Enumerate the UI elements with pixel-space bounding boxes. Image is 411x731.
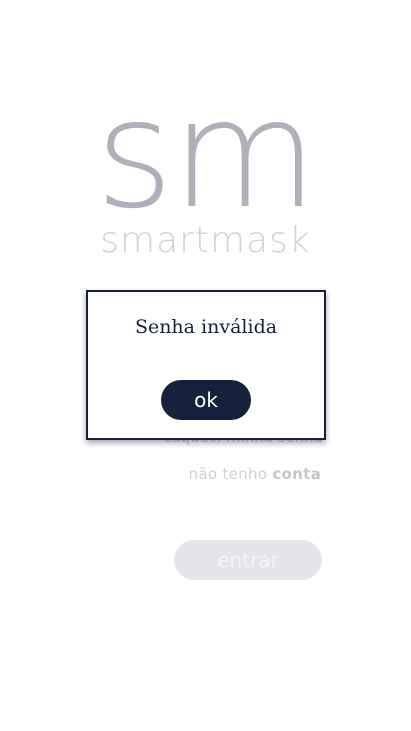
no-account-prefix: não tenho <box>188 465 268 483</box>
logo-wordmark: smartmask <box>100 220 311 261</box>
logo-monogram: sm <box>95 68 317 242</box>
enter-button[interactable]: entrar <box>174 540 322 580</box>
ok-button[interactable]: ok <box>161 380 251 420</box>
dialog-message: Senha inválida <box>134 316 278 338</box>
no-account-text: não tenho conta <box>189 465 321 483</box>
create-account-link[interactable]: conta <box>272 465 321 483</box>
app-logo: sm smartmask <box>0 80 411 261</box>
invalid-password-dialog: Senha inválida ok <box>86 290 326 440</box>
